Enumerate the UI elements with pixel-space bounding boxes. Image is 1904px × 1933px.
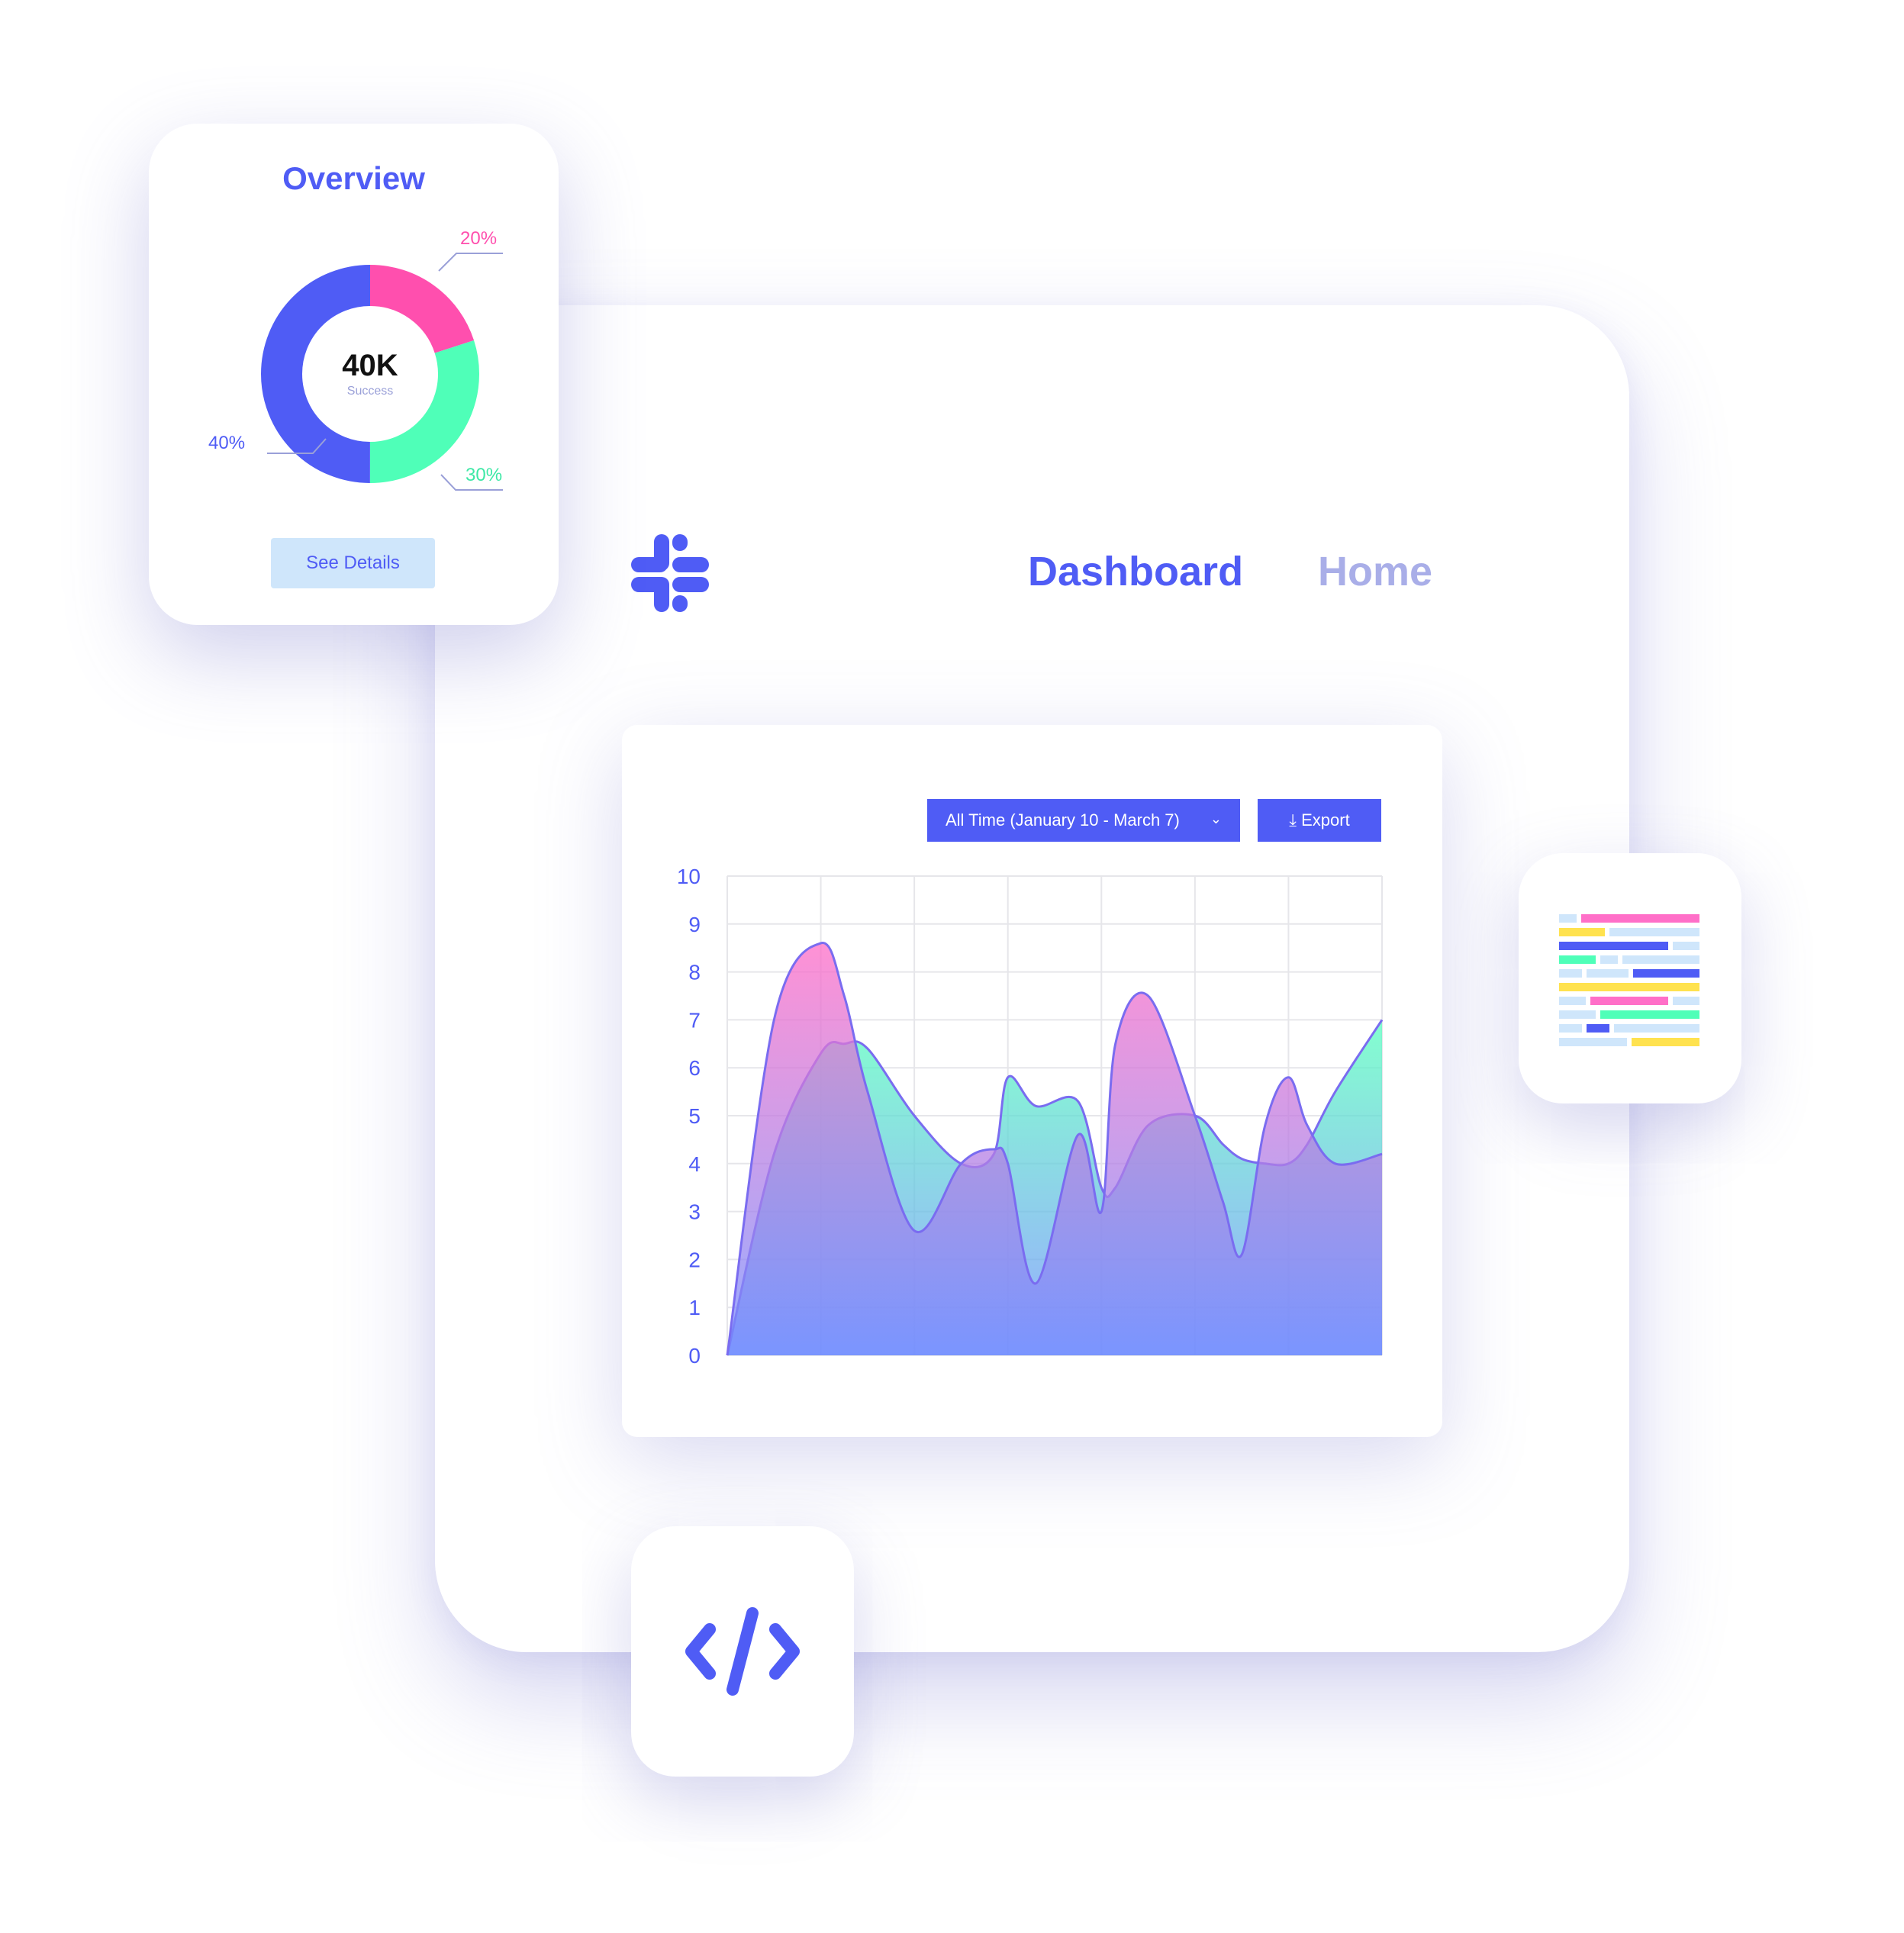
code-icon bbox=[685, 1607, 800, 1696]
y-tick-label: 2 bbox=[688, 1248, 701, 1271]
code-card[interactable] bbox=[631, 1526, 854, 1777]
y-tick-label: 9 bbox=[688, 913, 701, 936]
segment-label-20: 20% bbox=[460, 228, 498, 249]
nav-dashboard-link[interactable]: Dashboard bbox=[1028, 548, 1243, 595]
y-tick-label: 10 bbox=[677, 865, 701, 888]
area-chart: 0 1 2 3 4 5 6 7 8 9 10 bbox=[677, 865, 1384, 1368]
donut-center-label: Success bbox=[346, 385, 394, 398]
leader-line-20 bbox=[438, 253, 503, 272]
donut-center-value: 40K bbox=[342, 349, 398, 382]
y-tick-label: 6 bbox=[688, 1056, 701, 1080]
y-tick-label: 7 bbox=[688, 1008, 701, 1032]
nav-home-link[interactable]: Home bbox=[1318, 548, 1432, 595]
y-tick-label: 0 bbox=[688, 1344, 701, 1368]
overview-card: Overview 40K Success 20% 30% 40% See Det… bbox=[149, 124, 559, 625]
y-tick-label: 3 bbox=[688, 1200, 701, 1224]
y-tick-label: 8 bbox=[688, 961, 701, 984]
slack-logo-icon bbox=[631, 534, 709, 612]
segment-label-40: 40% bbox=[208, 433, 246, 453]
document-lines-icon bbox=[1559, 914, 1699, 1046]
see-details-button[interactable]: See Details bbox=[271, 538, 435, 588]
y-tick-label: 1 bbox=[688, 1296, 701, 1319]
y-tick-label: 4 bbox=[688, 1152, 701, 1176]
y-tick-label: 5 bbox=[688, 1104, 701, 1128]
segment-label-30: 30% bbox=[466, 465, 503, 485]
chart-card: All Time (January 10 - March 7) ⌄ ⤓ Expo… bbox=[622, 725, 1442, 1437]
document-card[interactable] bbox=[1519, 853, 1741, 1103]
